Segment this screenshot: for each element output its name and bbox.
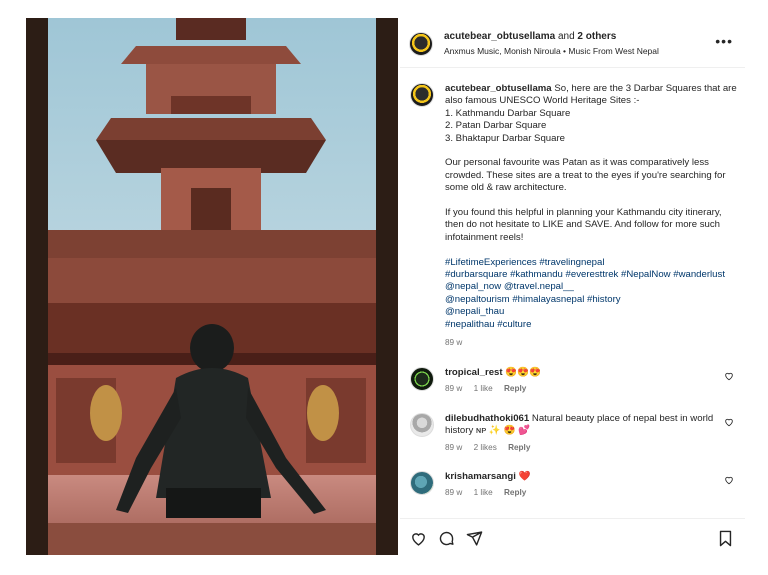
comment-time[interactable]: 89 w (445, 443, 462, 452)
hashtag-line-1[interactable]: #durbarsquare #kathmandu #everesttrek #N… (445, 269, 740, 281)
comments-scroll-area[interactable]: acutebear_obtusellama So, here are the 3… (400, 69, 745, 516)
post-image[interactable] (26, 18, 398, 555)
temple-photo (26, 18, 398, 555)
caption-timestamp[interactable]: 89 w (445, 337, 740, 349)
caption-avatar[interactable] (410, 83, 434, 107)
reply-button[interactable]: Reply (508, 443, 530, 452)
hashtag-line-3[interactable]: @nepaltourism #himalayasnepal #history (445, 294, 740, 306)
comment-likes[interactable]: 1 like (474, 384, 493, 393)
comment-item: krishamarsangi ❤️ 89 w 1 like Reply (410, 471, 740, 497)
comment-body: ❤️ (518, 471, 531, 482)
bookmark-icon[interactable] (718, 530, 733, 547)
comment-item: tropical_rest 😍😍😍 89 w 1 like Reply (410, 367, 740, 393)
hashtag-line-0[interactable]: #LifetimeExperiences #travelingnepal (445, 257, 740, 269)
post-author[interactable]: acutebear_obtusellama and 2 others (444, 31, 616, 42)
more-options-icon[interactable]: ••• (715, 34, 733, 48)
comment-item: dilebudhathoki061 Natural beauty place o… (410, 413, 740, 452)
audio-attribution[interactable]: Anxmus Music, Monish Niroula • Music Fro… (444, 46, 659, 56)
action-bar (400, 518, 745, 555)
comment-meta: 89 w 1 like Reply (445, 488, 740, 497)
comment-username[interactable]: tropical_rest (445, 367, 503, 378)
caption-username[interactable]: acutebear_obtusellama (445, 83, 552, 94)
comment-username[interactable]: krishamarsangi (445, 471, 516, 482)
heart-icon[interactable] (410, 530, 427, 547)
comment-like-heart-icon[interactable] (724, 475, 734, 485)
post-header: acutebear_obtusellama and 2 others Anxmu… (400, 18, 745, 68)
comment-text: tropical_rest 😍😍😍 (445, 367, 740, 379)
comment-icon[interactable] (438, 530, 455, 547)
comment-body: 😍😍😍 (505, 367, 542, 378)
comment-time[interactable]: 89 w (445, 384, 462, 393)
author-joiner: and (557, 31, 575, 42)
comment-text: krishamarsangi ❤️ (445, 471, 740, 483)
caption-line-2: 2. Patan Darbar Square (445, 120, 547, 132)
hashtag-line-4[interactable]: @nepali_thau (445, 306, 740, 318)
comment-username[interactable]: dilebudhathoki061 (445, 413, 529, 424)
coauthors-link[interactable]: 2 others (577, 31, 616, 42)
commenter-avatar[interactable] (410, 367, 434, 391)
post-panel: acutebear_obtusellama and 2 others Anxmu… (400, 18, 745, 555)
author-username[interactable]: acutebear_obtusellama (444, 31, 555, 42)
comment-likes[interactable]: 1 like (474, 488, 493, 497)
hashtag-line-2[interactable]: @nepal_now @travel.nepal__ (445, 281, 740, 293)
caption-paragraph-3: If you found this helpful in planning yo… (445, 207, 722, 243)
commenter-avatar[interactable] (410, 413, 434, 437)
comment-like-heart-icon[interactable] (724, 417, 734, 427)
commenter-avatar[interactable] (410, 471, 434, 495)
comment-likes[interactable]: 2 likes (474, 443, 497, 452)
comment-time[interactable]: 89 w (445, 488, 462, 497)
reply-button[interactable]: Reply (504, 384, 526, 393)
author-avatar[interactable] (409, 32, 433, 56)
reply-button[interactable]: Reply (504, 488, 526, 497)
caption: acutebear_obtusellama So, here are the 3… (410, 83, 740, 349)
comment-meta: 89 w 1 like Reply (445, 384, 740, 393)
caption-line-3: 3. Bhaktapur Darbar Square (445, 132, 565, 144)
comment-text: dilebudhathoki061 Natural beauty place o… (445, 413, 720, 438)
caption-text: acutebear_obtusellama So, here are the 3… (445, 83, 740, 349)
comment-like-heart-icon[interactable] (724, 371, 734, 381)
hashtag-line-5[interactable]: #nepalithau #culture (445, 319, 740, 331)
caption-line-1: 1. Kathmandu Darbar Square (445, 107, 571, 119)
caption-paragraph-2: Our personal favourite was Patan as it w… (445, 157, 726, 194)
comment-meta: 89 w 2 likes Reply (445, 443, 740, 452)
share-icon[interactable] (466, 530, 483, 547)
